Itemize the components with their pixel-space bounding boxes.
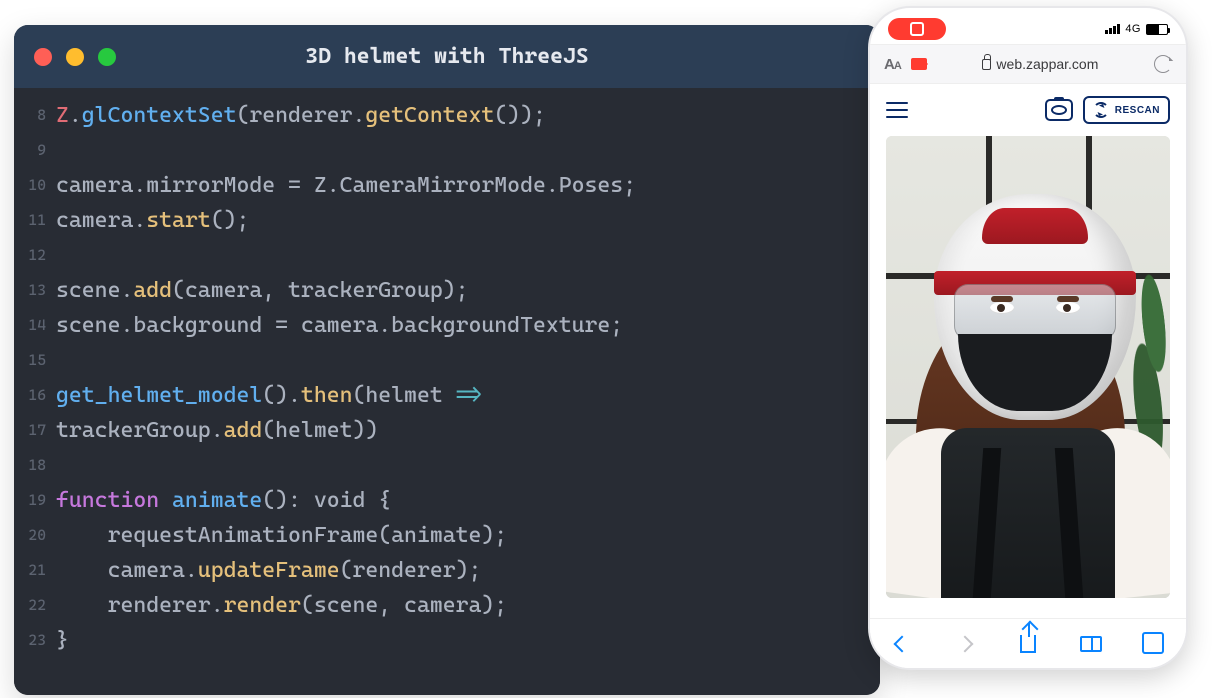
code-line[interactable]: camera.mirrorMode = Z.CameraMirrorMode.P… (56, 168, 870, 203)
status-right: 4G (1105, 23, 1168, 35)
address-host: web.zappar.com (996, 56, 1098, 72)
battery-icon (1146, 24, 1168, 35)
window-title: 3D helmet with ThreeJS (14, 44, 880, 69)
line-number: 10 (14, 168, 46, 203)
browser-address-bar: AA web.zappar.com (870, 44, 1186, 84)
code-line[interactable]: camera.updateFrame(renderer); (56, 553, 870, 588)
back-button[interactable] (889, 631, 915, 657)
tabs-button[interactable] (1141, 631, 1167, 657)
line-number: 8 (14, 98, 46, 133)
flip-camera-button[interactable] (1045, 99, 1073, 121)
camera-active-icon (911, 58, 927, 70)
text-size-button[interactable]: AA (884, 56, 901, 73)
rescan-label: RESCAN (1115, 105, 1160, 116)
code-line[interactable]: scene.add(camera, trackerGroup); (56, 273, 870, 308)
line-number: 20 (14, 518, 46, 553)
line-number: 12 (14, 238, 46, 273)
code-line[interactable] (56, 448, 870, 483)
screen-record-indicator[interactable] (888, 18, 946, 40)
line-number: 13 (14, 273, 46, 308)
line-number: 23 (14, 623, 46, 658)
zoom-icon[interactable] (98, 48, 116, 66)
code-content[interactable]: Z.glContextSet(renderer.getContext()); ca… (56, 98, 880, 695)
window-controls (34, 48, 116, 66)
code-editor-window: 3D helmet with ThreeJS 89101112131415161… (14, 25, 880, 695)
forward-button (952, 631, 978, 657)
code-line[interactable]: } (56, 623, 870, 658)
code-line[interactable] (56, 133, 870, 168)
status-bar: 4G (870, 8, 1186, 44)
close-icon[interactable] (34, 48, 52, 66)
phone-mockup: 4G AA web.zappar.com RESCAN (868, 6, 1188, 670)
rescan-button[interactable]: RESCAN (1083, 96, 1170, 124)
menu-button[interactable] (886, 102, 908, 118)
window-titlebar: 3D helmet with ThreeJS (14, 25, 880, 88)
line-number: 15 (14, 343, 46, 378)
line-number: 19 (14, 483, 46, 518)
code-line[interactable]: trackerGroup.add(helmet)) (56, 413, 870, 448)
ar-camera-view[interactable]: zappar (886, 136, 1170, 598)
line-number: 9 (14, 133, 46, 168)
line-number: 16 (14, 378, 46, 413)
network-label: 4G (1125, 23, 1141, 35)
line-number: 17 (14, 413, 46, 448)
code-line[interactable]: requestAnimationFrame(animate); (56, 518, 870, 553)
address-field[interactable]: web.zappar.com (937, 56, 1144, 72)
minimize-icon[interactable] (66, 48, 84, 66)
rescan-icon (1093, 102, 1109, 118)
code-line[interactable]: Z.glContextSet(renderer.getContext()); (56, 98, 870, 133)
line-number: 18 (14, 448, 46, 483)
code-line[interactable]: get_helmet_model().then(helmet => (56, 378, 870, 413)
line-number-gutter: 891011121314151617181920212223 (14, 98, 56, 695)
line-number: 22 (14, 588, 46, 623)
helmet-visor (954, 284, 1116, 340)
line-number: 21 (14, 553, 46, 588)
line-number: 14 (14, 308, 46, 343)
browser-bottom-bar (870, 618, 1186, 668)
code-line[interactable]: scene.background = camera.backgroundText… (56, 308, 870, 343)
code-line[interactable]: renderer.render(scene, camera); (56, 588, 870, 623)
code-line[interactable] (56, 343, 870, 378)
refresh-icon[interactable] (1154, 55, 1172, 73)
lock-icon (982, 59, 991, 70)
bookmarks-button[interactable] (1078, 631, 1104, 657)
line-number: 11 (14, 203, 46, 238)
code-area[interactable]: 891011121314151617181920212223 Z.glConte… (14, 88, 880, 695)
ar-helmet-overlay: zappar (934, 194, 1136, 420)
code-line[interactable]: camera.start(); (56, 203, 870, 238)
code-line[interactable] (56, 238, 870, 273)
cellular-signal-icon (1105, 24, 1120, 34)
code-line[interactable]: function animate(): void { (56, 483, 870, 518)
app-toolbar: RESCAN (870, 84, 1186, 136)
share-button[interactable] (1015, 631, 1041, 657)
